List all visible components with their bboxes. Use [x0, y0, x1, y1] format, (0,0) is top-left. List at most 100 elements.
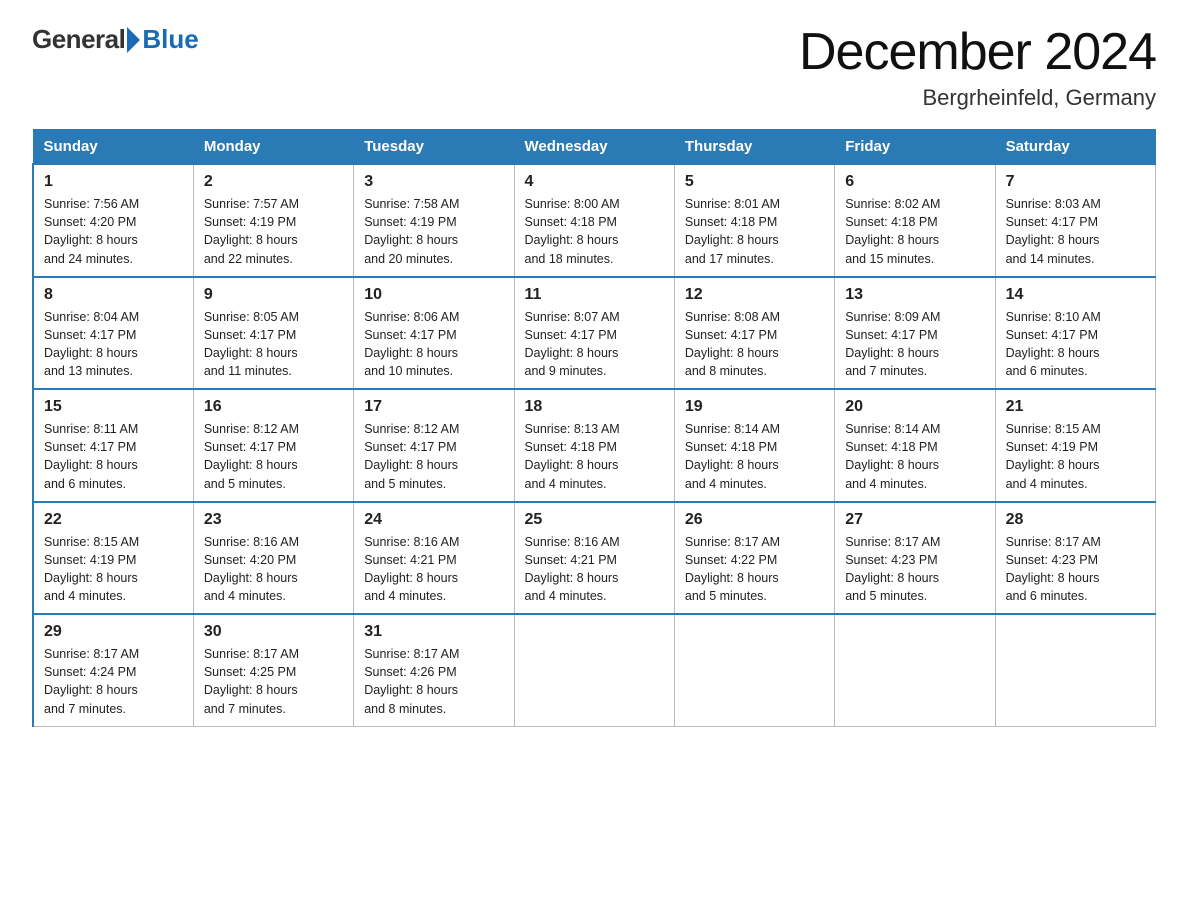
- day-number: 26: [685, 511, 824, 529]
- day-number: 22: [44, 511, 183, 529]
- calendar-cell: [995, 614, 1155, 726]
- day-info: Sunrise: 8:08 AM Sunset: 4:17 PM Dayligh…: [685, 308, 824, 381]
- day-info: Sunrise: 8:07 AM Sunset: 4:17 PM Dayligh…: [525, 308, 664, 381]
- day-info: Sunrise: 7:58 AM Sunset: 4:19 PM Dayligh…: [364, 195, 503, 268]
- calendar-cell: 19 Sunrise: 8:14 AM Sunset: 4:18 PM Dayli…: [674, 389, 834, 502]
- calendar-cell: 1 Sunrise: 7:56 AM Sunset: 4:20 PM Daylig…: [33, 164, 193, 277]
- day-number: 30: [204, 623, 343, 641]
- day-number: 5: [685, 173, 824, 191]
- day-info: Sunrise: 8:17 AM Sunset: 4:22 PM Dayligh…: [685, 533, 824, 606]
- title-block: December 2024 Bergrheinfeld, Germany: [799, 24, 1156, 111]
- day-number: 16: [204, 398, 343, 416]
- day-number: 14: [1006, 286, 1145, 304]
- day-info: Sunrise: 8:16 AM Sunset: 4:21 PM Dayligh…: [364, 533, 503, 606]
- day-info: Sunrise: 7:56 AM Sunset: 4:20 PM Dayligh…: [44, 195, 183, 268]
- day-number: 8: [44, 286, 183, 304]
- day-number: 1: [44, 173, 183, 191]
- calendar-cell: 28 Sunrise: 8:17 AM Sunset: 4:23 PM Dayli…: [995, 502, 1155, 615]
- day-info: Sunrise: 8:03 AM Sunset: 4:17 PM Dayligh…: [1006, 195, 1145, 268]
- day-info: Sunrise: 8:14 AM Sunset: 4:18 PM Dayligh…: [685, 420, 824, 493]
- calendar-header: SundayMondayTuesdayWednesdayThursdayFrid…: [33, 130, 1156, 165]
- calendar-cell: 7Sunrise: 8:03 AM Sunset: 4:17 PM Daylig…: [995, 164, 1155, 277]
- calendar-cell: 11 Sunrise: 8:07 AM Sunset: 4:17 PM Dayli…: [514, 277, 674, 390]
- day-info: Sunrise: 8:17 AM Sunset: 4:23 PM Dayligh…: [1006, 533, 1145, 606]
- day-info: Sunrise: 8:02 AM Sunset: 4:18 PM Dayligh…: [845, 195, 984, 268]
- header-cell-monday: Monday: [193, 130, 353, 165]
- calendar-cell: 2 Sunrise: 7:57 AM Sunset: 4:19 PM Daylig…: [193, 164, 353, 277]
- day-info: Sunrise: 8:06 AM Sunset: 4:17 PM Dayligh…: [364, 308, 503, 381]
- day-info: Sunrise: 8:10 AM Sunset: 4:17 PM Dayligh…: [1006, 308, 1145, 381]
- logo-blue-text: Blue: [142, 24, 198, 55]
- calendar-cell: 12 Sunrise: 8:08 AM Sunset: 4:17 PM Dayli…: [674, 277, 834, 390]
- day-info: Sunrise: 8:00 AM Sunset: 4:18 PM Dayligh…: [525, 195, 664, 268]
- calendar-cell: 8Sunrise: 8:04 AM Sunset: 4:17 PM Daylig…: [33, 277, 193, 390]
- day-number: 21: [1006, 398, 1145, 416]
- day-number: 9: [204, 286, 343, 304]
- calendar-cell: 6 Sunrise: 8:02 AM Sunset: 4:18 PM Daylig…: [835, 164, 995, 277]
- calendar-cell: 30 Sunrise: 8:17 AM Sunset: 4:25 PM Dayli…: [193, 614, 353, 726]
- calendar-cell: 25Sunrise: 8:16 AM Sunset: 4:21 PM Dayli…: [514, 502, 674, 615]
- calendar-cell: 16 Sunrise: 8:12 AM Sunset: 4:17 PM Dayli…: [193, 389, 353, 502]
- header-row: SundayMondayTuesdayWednesdayThursdayFrid…: [33, 130, 1156, 165]
- day-info: Sunrise: 8:11 AM Sunset: 4:17 PM Dayligh…: [44, 420, 183, 493]
- day-number: 10: [364, 286, 503, 304]
- day-info: Sunrise: 8:17 AM Sunset: 4:23 PM Dayligh…: [845, 533, 984, 606]
- calendar-body: 1 Sunrise: 7:56 AM Sunset: 4:20 PM Daylig…: [33, 164, 1156, 726]
- day-number: 2: [204, 173, 343, 191]
- day-info: Sunrise: 8:17 AM Sunset: 4:25 PM Dayligh…: [204, 645, 343, 718]
- calendar-cell: 31 Sunrise: 8:17 AM Sunset: 4:26 PM Dayli…: [354, 614, 514, 726]
- calendar-cell: 17 Sunrise: 8:12 AM Sunset: 4:17 PM Dayli…: [354, 389, 514, 502]
- day-number: 17: [364, 398, 503, 416]
- calendar-cell: 10 Sunrise: 8:06 AM Sunset: 4:17 PM Dayli…: [354, 277, 514, 390]
- day-info: Sunrise: 8:16 AM Sunset: 4:20 PM Dayligh…: [204, 533, 343, 606]
- day-number: 25: [525, 511, 664, 529]
- day-info: Sunrise: 8:17 AM Sunset: 4:24 PM Dayligh…: [44, 645, 183, 718]
- calendar-cell: 27Sunrise: 8:17 AM Sunset: 4:23 PM Dayli…: [835, 502, 995, 615]
- calendar-cell: 14 Sunrise: 8:10 AM Sunset: 4:17 PM Dayli…: [995, 277, 1155, 390]
- day-info: Sunrise: 8:13 AM Sunset: 4:18 PM Dayligh…: [525, 420, 664, 493]
- day-info: Sunrise: 8:05 AM Sunset: 4:17 PM Dayligh…: [204, 308, 343, 381]
- day-number: 29: [44, 623, 183, 641]
- day-info: Sunrise: 8:14 AM Sunset: 4:18 PM Dayligh…: [845, 420, 984, 493]
- day-number: 13: [845, 286, 984, 304]
- day-number: 18: [525, 398, 664, 416]
- header-cell-sunday: Sunday: [33, 130, 193, 165]
- calendar-cell: 15 Sunrise: 8:11 AM Sunset: 4:17 PM Dayli…: [33, 389, 193, 502]
- calendar-subtitle: Bergrheinfeld, Germany: [799, 85, 1156, 111]
- day-info: Sunrise: 8:17 AM Sunset: 4:26 PM Dayligh…: [364, 645, 503, 718]
- day-number: 23: [204, 511, 343, 529]
- calendar-cell: 20Sunrise: 8:14 AM Sunset: 4:18 PM Dayli…: [835, 389, 995, 502]
- week-row-1: 1 Sunrise: 7:56 AM Sunset: 4:20 PM Daylig…: [33, 164, 1156, 277]
- day-number: 6: [845, 173, 984, 191]
- day-number: 19: [685, 398, 824, 416]
- day-info: Sunrise: 8:12 AM Sunset: 4:17 PM Dayligh…: [204, 420, 343, 493]
- logo-general-text: General: [32, 24, 125, 55]
- day-number: 12: [685, 286, 824, 304]
- week-row-2: 8Sunrise: 8:04 AM Sunset: 4:17 PM Daylig…: [33, 277, 1156, 390]
- calendar-cell: 5Sunrise: 8:01 AM Sunset: 4:18 PM Daylig…: [674, 164, 834, 277]
- calendar-cell: 23 Sunrise: 8:16 AM Sunset: 4:20 PM Dayli…: [193, 502, 353, 615]
- day-info: Sunrise: 7:57 AM Sunset: 4:19 PM Dayligh…: [204, 195, 343, 268]
- logo: General Blue: [32, 24, 199, 55]
- calendar-cell: 29 Sunrise: 8:17 AM Sunset: 4:24 PM Dayli…: [33, 614, 193, 726]
- page-header: General Blue December 2024 Bergrheinfeld…: [32, 24, 1156, 111]
- day-number: 15: [44, 398, 183, 416]
- day-number: 3: [364, 173, 503, 191]
- calendar-cell: [674, 614, 834, 726]
- day-number: 31: [364, 623, 503, 641]
- calendar-cell: 4Sunrise: 8:00 AM Sunset: 4:18 PM Daylig…: [514, 164, 674, 277]
- day-number: 11: [525, 286, 664, 304]
- calendar-cell: 21Sunrise: 8:15 AM Sunset: 4:19 PM Dayli…: [995, 389, 1155, 502]
- calendar-cell: [514, 614, 674, 726]
- header-cell-friday: Friday: [835, 130, 995, 165]
- header-cell-wednesday: Wednesday: [514, 130, 674, 165]
- calendar-cell: 9 Sunrise: 8:05 AM Sunset: 4:17 PM Daylig…: [193, 277, 353, 390]
- day-info: Sunrise: 8:09 AM Sunset: 4:17 PM Dayligh…: [845, 308, 984, 381]
- header-cell-saturday: Saturday: [995, 130, 1155, 165]
- logo-arrow-icon: [127, 27, 140, 53]
- calendar-cell: 24 Sunrise: 8:16 AM Sunset: 4:21 PM Dayli…: [354, 502, 514, 615]
- day-number: 28: [1006, 511, 1145, 529]
- day-info: Sunrise: 8:12 AM Sunset: 4:17 PM Dayligh…: [364, 420, 503, 493]
- day-number: 24: [364, 511, 503, 529]
- calendar-cell: 26 Sunrise: 8:17 AM Sunset: 4:22 PM Dayli…: [674, 502, 834, 615]
